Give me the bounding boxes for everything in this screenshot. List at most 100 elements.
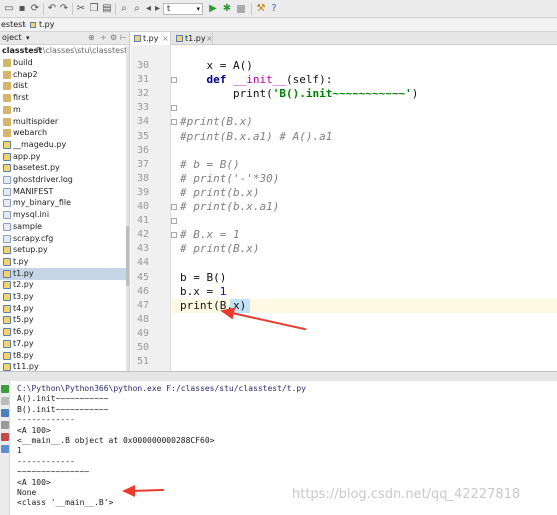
- fold-marker-icon[interactable]: [171, 77, 177, 84]
- folder-icon: [3, 117, 11, 126]
- rerun-icon[interactable]: [1, 385, 9, 393]
- python-file-icon: [3, 316, 11, 325]
- stop-icon[interactable]: [236, 3, 246, 15]
- back-icon[interactable]: ◂: [144, 3, 153, 15]
- breadcrumb-project[interactable]: estest: [1, 18, 25, 31]
- gear-icon[interactable]: ⚙: [110, 32, 117, 44]
- tree-folder[interactable]: m: [0, 104, 129, 116]
- tree-item-label: my_binary_file: [13, 198, 72, 208]
- fold-marker-icon[interactable]: [171, 204, 177, 210]
- tree-folder[interactable]: build: [0, 57, 129, 69]
- print-icon[interactable]: [1, 421, 9, 429]
- folder-icon: [3, 94, 11, 103]
- close-icon[interactable]: ×: [162, 32, 169, 45]
- tree-file[interactable]: my_binary_file: [0, 197, 129, 209]
- fold-marker-icon[interactable]: [171, 105, 177, 112]
- scrollbar[interactable]: [126, 46, 129, 371]
- tree-file[interactable]: t.py: [0, 256, 129, 268]
- editor-tabs: t.py × t1.py ×: [131, 32, 557, 45]
- find-icon[interactable]: ⌕: [118, 3, 130, 15]
- close-icon[interactable]: [1, 433, 9, 441]
- line-number: 39: [136, 186, 149, 198]
- close-icon[interactable]: ×: [206, 32, 213, 45]
- sync-icon[interactable]: ⊕: [88, 32, 95, 44]
- tab-t-py[interactable]: t.py ×: [131, 32, 171, 45]
- tree-item-label: sample: [13, 221, 43, 231]
- code-editor[interactable]: 30 31 32 33 34 35 36 37 38 39 40 41 42 43 44 45 46 47 48 49…: [131, 45, 557, 371]
- redo-icon[interactable]: ↷: [58, 3, 70, 15]
- tree-item-label: t8.py: [13, 350, 34, 360]
- run-config-select[interactable]: t ▾: [163, 3, 203, 15]
- tree-folder[interactable]: dist: [0, 80, 129, 92]
- cut-icon[interactable]: ✂: [75, 3, 87, 15]
- tree-folder[interactable]: webarch: [0, 127, 129, 139]
- tab-t1-py[interactable]: t1.py ×: [173, 32, 213, 45]
- chevron-down-icon[interactable]: ▾: [26, 32, 30, 44]
- tree-file[interactable]: t4.py: [0, 303, 129, 315]
- scroll-end-icon[interactable]: [1, 409, 9, 417]
- folder-icon: [3, 129, 11, 138]
- code-line: x = A(): [180, 59, 253, 72]
- paste-icon[interactable]: ▤: [101, 3, 113, 15]
- python-file-icon: [30, 22, 36, 28]
- line-number: 36: [136, 144, 149, 156]
- tree-folder[interactable]: first: [0, 92, 129, 104]
- line-number: 38: [136, 172, 149, 184]
- forward-icon[interactable]: ▸: [153, 3, 162, 15]
- tree-file[interactable]: t3.py: [0, 291, 129, 303]
- tree-file[interactable]: basetest.py: [0, 162, 129, 174]
- pin-icon[interactable]: [1, 445, 9, 453]
- save-icon[interactable]: ▪: [16, 3, 28, 15]
- project-header: oject ▾ ⊕ ÷ ⚙ ⊢: [0, 32, 129, 45]
- stop-icon[interactable]: [1, 397, 9, 405]
- debug-icon[interactable]: ✱: [221, 3, 233, 15]
- breadcrumb-file[interactable]: t.py: [39, 18, 55, 31]
- line-number: 47: [136, 299, 149, 311]
- hide-icon[interactable]: ⊢: [120, 32, 127, 44]
- fold-marker-icon[interactable]: [171, 119, 177, 126]
- tree-folder[interactable]: chap2: [0, 69, 129, 81]
- sync-icon[interactable]: ⟳: [29, 3, 41, 15]
- tree-folder[interactable]: multispider: [0, 116, 129, 128]
- breadcrumb-separator: ›: [23, 20, 27, 29]
- line-number: 41: [136, 215, 149, 227]
- tree-file[interactable]: t6.py: [0, 326, 129, 338]
- tree-file[interactable]: t1.py: [0, 267, 129, 280]
- tree-file[interactable]: setup.py: [0, 244, 129, 256]
- open-folder-icon[interactable]: ▭: [3, 3, 15, 15]
- tree-file[interactable]: sample: [0, 221, 129, 233]
- tree-file[interactable]: ghostdriver.log: [0, 174, 129, 186]
- tree-file[interactable]: __magedu.py: [0, 139, 129, 151]
- run-icon[interactable]: ▶: [207, 3, 219, 15]
- copy-icon[interactable]: ❐: [88, 3, 100, 15]
- tree-file[interactable]: t2.py: [0, 279, 129, 291]
- undo-icon[interactable]: ↶: [46, 3, 58, 15]
- tree-file[interactable]: t5.py: [0, 314, 129, 326]
- collapse-icon[interactable]: ÷: [100, 32, 107, 44]
- code-line: # print(B.x): [180, 242, 260, 256]
- python-file-icon: [3, 269, 11, 278]
- help-icon[interactable]: ?: [268, 3, 280, 15]
- line-number: 33: [136, 102, 149, 114]
- console-output-line: ~~~~~~~~~~~~~~~: [17, 467, 90, 477]
- python-file-icon: [3, 140, 11, 149]
- tree-file[interactable]: app.py: [0, 151, 129, 163]
- tree-file[interactable]: mysql.ini: [0, 209, 129, 221]
- line-number: 34: [136, 116, 149, 128]
- tree-file[interactable]: MANIFEST: [0, 186, 129, 198]
- replace-icon[interactable]: ⌕: [131, 3, 143, 15]
- tree-item-label: MANIFEST: [13, 186, 54, 196]
- fold-marker-icon[interactable]: [171, 218, 177, 225]
- code-line: b.x = 1: [180, 284, 227, 298]
- tree-file[interactable]: t7.py: [0, 338, 129, 350]
- file-icon: [3, 222, 11, 231]
- tree-file[interactable]: t11.py: [0, 361, 129, 371]
- file-icon: [3, 211, 11, 220]
- fold-marker-icon[interactable]: [171, 232, 177, 239]
- tree-root[interactable]: classtest F:\classes\stu\classtest: [0, 45, 129, 57]
- tree-file[interactable]: t8.py: [0, 350, 129, 362]
- tree-file[interactable]: scrapy.cfg: [0, 233, 129, 245]
- scroll-thumb[interactable]: [126, 226, 129, 286]
- settings-icon[interactable]: ⚒: [255, 3, 267, 15]
- python-file-icon: [3, 293, 11, 301]
